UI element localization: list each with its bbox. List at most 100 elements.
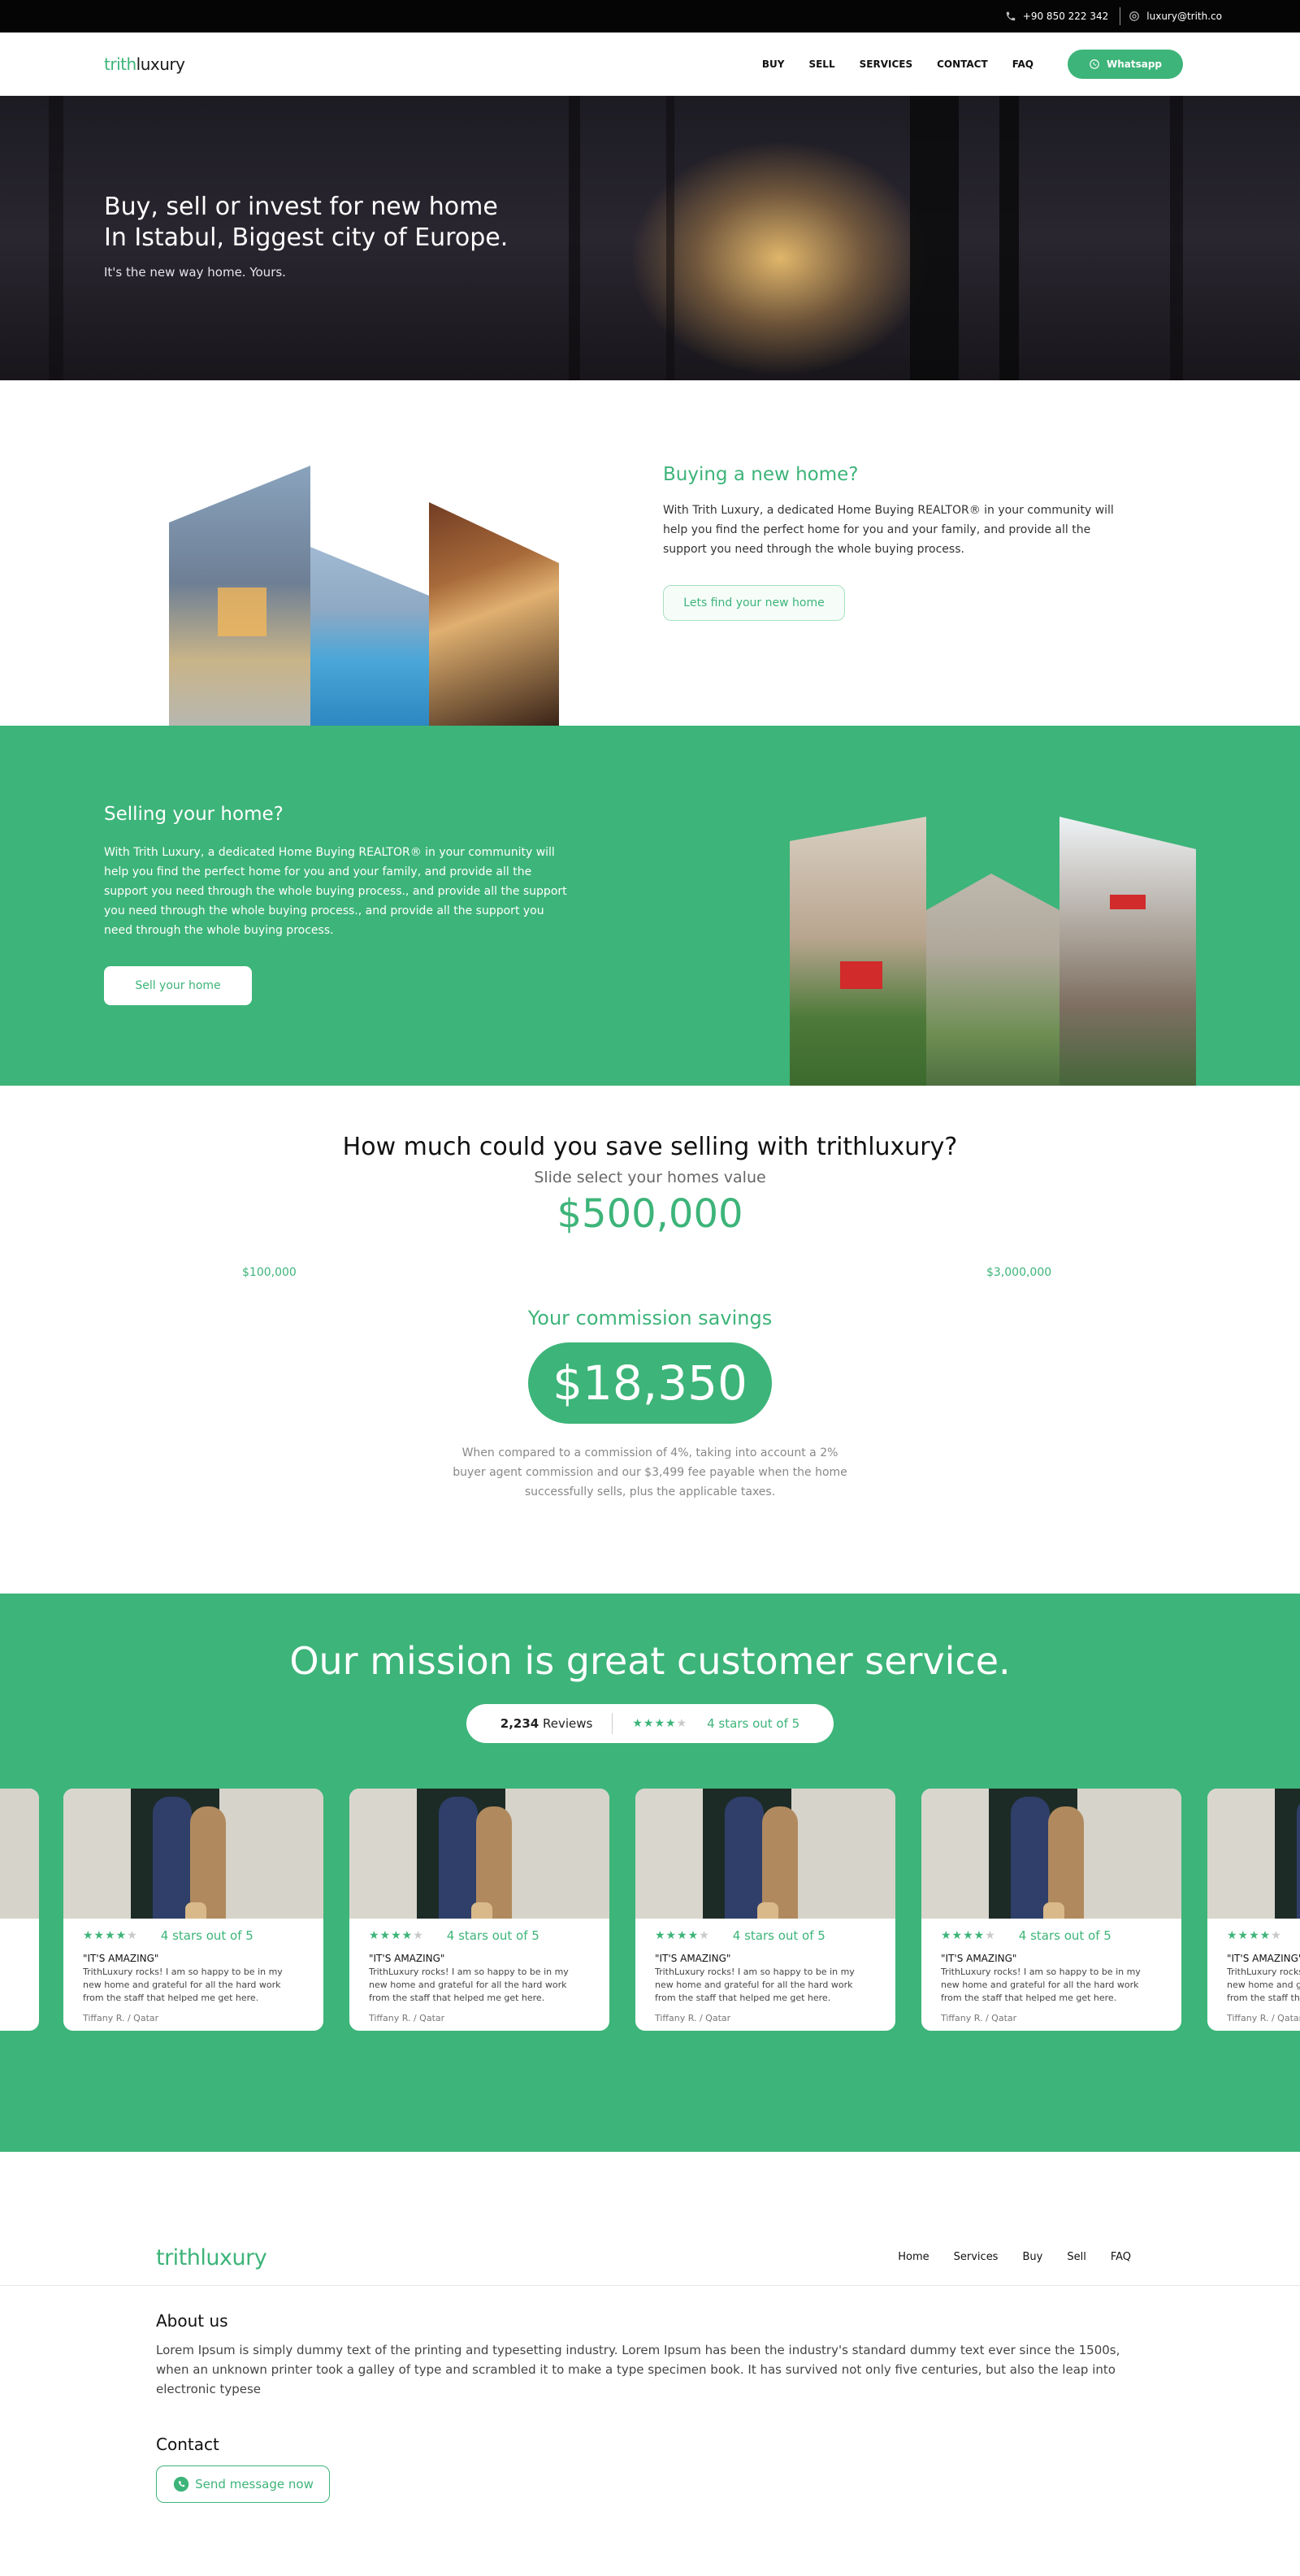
person-figure	[1297, 1797, 1300, 1919]
hero-tree-trunk	[999, 96, 1019, 380]
review-rating: ★★★★★4 stars out of 5	[0, 1928, 20, 1943]
review-photo	[1207, 1789, 1300, 1919]
review-stars: ★★★★★	[1227, 1929, 1282, 1942]
review-rating: ★★★★★4 stars out of 5	[1227, 1928, 1300, 1943]
review-heading: "IT'S AMAZING"	[369, 1953, 445, 1964]
review-photo	[0, 1789, 39, 1919]
hero-tree-trunk	[49, 96, 63, 380]
review-author: Tiffany R. / Qatar	[369, 2013, 445, 2023]
summary-rating-pre: 4 stars out of	[707, 1716, 788, 1731]
phone-icon	[1006, 11, 1016, 21]
top-bar: +90 850 222 342 luxury@trith.co	[0, 0, 1300, 33]
footer-link-services[interactable]: Services	[954, 2251, 999, 2263]
review-rating-max: 5	[245, 1928, 254, 1943]
nav-faq[interactable]: FAQ	[1012, 59, 1034, 70]
modern-house-photo	[169, 466, 310, 726]
find-home-button[interactable]: Lets find your new home	[663, 585, 845, 621]
review-stars: ★★★★★	[83, 1929, 138, 1942]
hero-subtitle: It's the new way home. Yours.	[104, 265, 286, 280]
pool-photo	[310, 547, 429, 726]
person-figure	[153, 1797, 192, 1919]
footer-divider	[0, 2285, 1300, 2286]
hero-tree-trunk	[1170, 96, 1183, 380]
review-heading: "IT'S AMAZING"	[655, 1953, 731, 1964]
review-card[interactable]: ★★★★★4 stars out of 5 "IT'S AMAZING" Trith…	[921, 1789, 1181, 2031]
buying-text: With Trith Luxury, a dedicated Home Buyi…	[663, 504, 1114, 556]
review-photo	[635, 1789, 895, 1919]
review-photo	[349, 1789, 609, 1919]
reviews-summary: 2,234 Reviews ★★★★★ 4 stars out of 5	[466, 1704, 834, 1743]
whatsapp-label: Whatsapp	[1106, 58, 1163, 70]
footer-link-buy[interactable]: Buy	[1022, 2251, 1042, 2263]
person-figure	[725, 1797, 764, 1919]
nav-links: BUY SELL SERVICES CONTACT FAQ Whatsapp	[762, 49, 1183, 79]
review-rating-pre: 4 stars out of	[1018, 1928, 1100, 1943]
email-text: luxury@trith.co	[1146, 11, 1222, 22]
review-heading: "IT'S AMAZING"	[83, 1953, 159, 1964]
phone-contact[interactable]: +90 850 222 342	[1005, 11, 1108, 22]
review-heading: "IT'S AMAZING"	[0, 1953, 20, 1964]
review-card[interactable]: ★★★★★4 stars out of 5"IT'S AMAZING"Trith…	[1207, 1789, 1300, 2031]
review-rating: ★★★★★4 stars out of 5	[941, 1928, 1162, 1943]
nav-buy[interactable]: BUY	[762, 59, 785, 70]
review-rating-text: 4 stars out of 5	[733, 1928, 826, 1943]
review-rating: ★★★★★4 stars out of 5	[655, 1928, 876, 1943]
nav-contact[interactable]: CONTACT	[937, 59, 988, 70]
review-card[interactable]: ★★★★★4 stars out of 5 "IT'S AMAZING" Trith…	[0, 1789, 39, 2031]
savings-title: How much could you save selling with tri…	[342, 1133, 958, 1161]
review-quote: TrithLuxury rocks! I am so happy to be i…	[941, 1967, 1141, 2003]
review-author: Tiffany R. / Qatar	[0, 2013, 20, 2023]
email-contact[interactable]: luxury@trith.co	[1129, 11, 1222, 22]
review-heading: "IT'S AMAZING"	[941, 1953, 1017, 1964]
selling-image-collage	[790, 817, 1196, 1086]
dog-figure	[757, 1902, 778, 1919]
footer-link-faq[interactable]: FAQ	[1111, 2251, 1131, 2263]
footer-logo[interactable]: trithluxury	[156, 2245, 267, 2270]
summary-rating-max: 5	[791, 1716, 800, 1731]
review-quote: TrithLuxury rocks! I am so happy to be i…	[0, 1966, 20, 2005]
nav-services[interactable]: SERVICES	[860, 59, 912, 70]
about-title: About us	[156, 2311, 228, 2331]
logo[interactable]: trithluxury	[104, 54, 185, 74]
review-author: Tiffany R. / Qatar	[941, 2013, 1017, 2023]
review-rating-pre: 4 stars out of	[446, 1928, 528, 1943]
review-card[interactable]: ★★★★★4 stars out of 5"IT'S AMAZING"Trith…	[349, 1789, 609, 2031]
hero-banner: Buy, sell or invest for new home In Ista…	[0, 96, 1300, 380]
sell-home-button[interactable]: Sell your home	[104, 966, 252, 1005]
send-message-button[interactable]: Send message now	[156, 2465, 330, 2503]
footer-link-home[interactable]: Home	[898, 2251, 929, 2263]
at-icon	[1129, 11, 1140, 21]
mission-section: Our mission is great customer service. 2…	[0, 1594, 1300, 2152]
logo-part1: trith	[104, 54, 136, 74]
footer-links: Home Services Buy Sell FAQ	[898, 2251, 1131, 2263]
review-rating-text: 4 stars out of 5	[1019, 1928, 1112, 1943]
selling-text: With Trith Luxury, a dedicated Home Buyi…	[104, 846, 567, 937]
hero-tree-trunk	[666, 96, 674, 380]
commission-note: When compared to a commission of 4%, tak…	[453, 1446, 847, 1498]
review-photo	[63, 1789, 323, 1919]
reviews-count: 2,234 Reviews	[500, 1716, 593, 1731]
whatsapp-button[interactable]: Whatsapp	[1068, 49, 1183, 79]
summary-divider	[612, 1713, 613, 1734]
hero-tree-trunk	[569, 96, 580, 380]
handshake-photo	[926, 874, 1060, 1086]
contact-title: Contact	[156, 2435, 219, 2454]
nav-sell[interactable]: SELL	[808, 59, 834, 70]
review-quote: TrithLuxury rocks! I am so happy to be i…	[369, 1967, 569, 2003]
review-card[interactable]: ★★★★★4 stars out of 5 "IT'S AMAZING" Trith…	[63, 1789, 323, 2031]
send-message-label: Send message now	[195, 2477, 314, 2491]
slider-min-label: $100,000	[242, 1266, 297, 1279]
sold-house-photo	[1060, 817, 1196, 1086]
review-card[interactable]: ★★★★★4 stars out of 5"IT'S AMAZING"Trith…	[635, 1789, 895, 2031]
person-figure	[439, 1797, 478, 1919]
review-quote: TrithLuxury rocks! I am so happy to be i…	[83, 1967, 283, 2003]
dog-figure	[185, 1902, 206, 1919]
home-value: $500,000	[557, 1191, 743, 1237]
mission-title: Our mission is great customer service.	[289, 1639, 1011, 1683]
hero-tree-trunk	[910, 96, 959, 380]
dog-figure	[471, 1902, 492, 1919]
buying-image-collage	[169, 466, 559, 726]
review-rating: ★★★★★4 stars out of 5	[83, 1928, 304, 1943]
for-sale-sign	[840, 961, 882, 989]
footer-link-sell[interactable]: Sell	[1067, 2251, 1086, 2263]
